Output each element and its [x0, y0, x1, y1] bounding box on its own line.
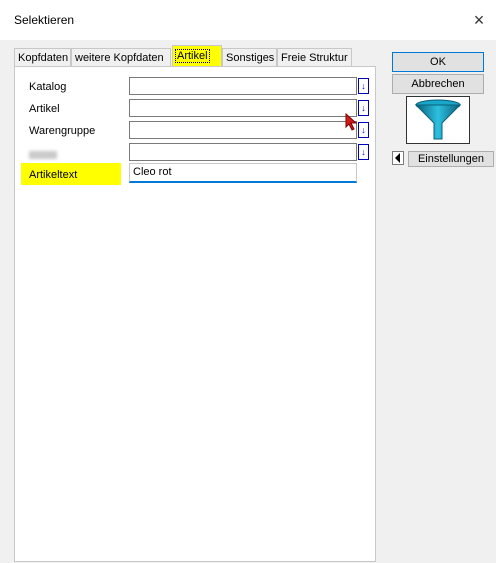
artikeltext-label: Artikeltext	[29, 169, 78, 181]
artikel-label: Artikel	[29, 103, 60, 115]
tab-strip: Kopfdaten weitere Kopfdaten Artikel Sons…	[14, 45, 374, 67]
selection-dialog: Selektieren × Kopfdaten weitere Kopfdate…	[0, 0, 496, 563]
tab-kopfdaten[interactable]: Kopfdaten	[14, 48, 71, 66]
tab-freie-struktur[interactable]: Freie Struktur	[277, 48, 352, 66]
blurred-dropdown-icon[interactable]: ↓	[358, 144, 369, 160]
mouse-cursor-icon	[345, 113, 358, 131]
artikel-dropdown-icon[interactable]: ↓	[358, 100, 369, 116]
artikel-field[interactable]	[129, 99, 357, 117]
filter-button[interactable]	[406, 96, 470, 144]
artikel-tab-panel: Katalog ↓ Artikel ↓ Warengruppe ↓ ↓ Arti…	[14, 66, 376, 562]
tab-artikel[interactable]: Artikel	[172, 45, 222, 67]
collapse-arrow-button[interactable]	[392, 151, 404, 165]
blurred-field[interactable]	[129, 143, 357, 161]
tab-weitere-kopfdaten[interactable]: weitere Kopfdaten	[71, 48, 171, 66]
tab-sonstiges[interactable]: Sonstiges	[222, 48, 277, 66]
katalog-label: Katalog	[29, 81, 67, 93]
arrow-left-icon	[395, 153, 400, 163]
title-bar: Selektieren ×	[0, 0, 496, 40]
settings-button[interactable]: Einstellungen	[408, 151, 494, 167]
cancel-button[interactable]: Abbrechen	[392, 74, 484, 94]
warengruppe-field[interactable]	[129, 121, 357, 139]
warengruppe-dropdown-icon[interactable]: ↓	[358, 122, 369, 138]
window-title: Selektieren	[14, 13, 75, 27]
filter-funnel-icon	[414, 99, 462, 140]
close-icon[interactable]: ×	[462, 0, 496, 40]
katalog-dropdown-icon[interactable]: ↓	[358, 78, 369, 94]
artikeltext-field[interactable]: Cleo rot	[129, 163, 357, 183]
warengruppe-label: Warengruppe	[29, 125, 96, 137]
ok-button[interactable]: OK	[392, 52, 484, 72]
katalog-field[interactable]	[129, 77, 357, 95]
blurred-label	[29, 151, 57, 159]
